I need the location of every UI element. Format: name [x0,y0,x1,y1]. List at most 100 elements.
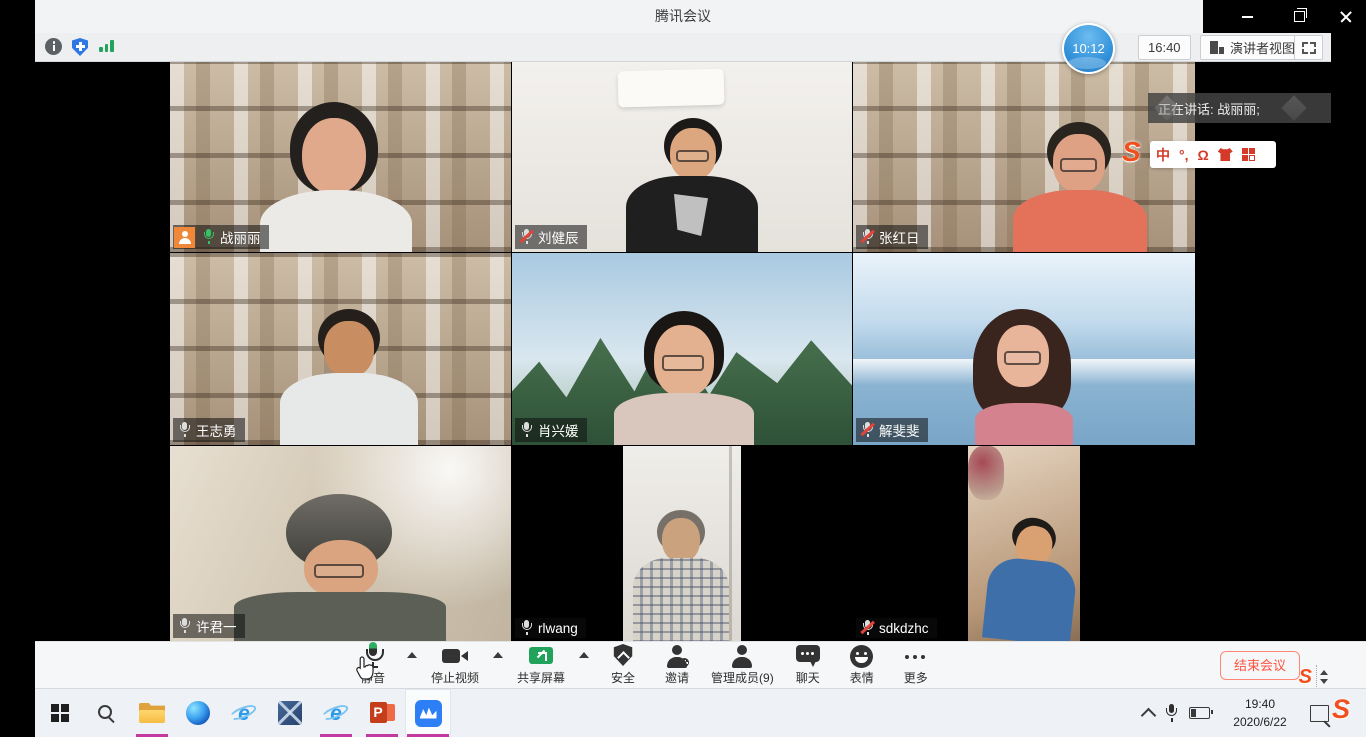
sogou-mini-bar: S [1299,665,1330,689]
video-tile-7[interactable]: 许君一 [170,446,511,641]
ime-mode-chinese[interactable]: 中 [1156,148,1170,162]
tray-time: 19:40 [1245,697,1275,711]
edge-button[interactable] [175,689,221,737]
taskbar-clock[interactable]: 19:40 2020/6/22 [1221,695,1299,731]
tray-date: 2020/6/22 [1233,715,1286,729]
share-screen-icon [529,647,553,664]
tray-microphone-icon[interactable] [1165,704,1178,722]
mic-options-caret[interactable] [407,652,417,658]
ime-skin-icon[interactable] [1218,148,1233,161]
recording-timer-bubble[interactable]: 10:12 [1062,23,1115,74]
action-center-icon[interactable] [1310,705,1329,722]
blue-app-icon [278,701,302,725]
minimize-button[interactable] [1227,0,1267,33]
start-button[interactable] [37,689,83,737]
sogou-mini-icon[interactable]: S [1299,667,1312,687]
edge-icon [186,701,210,725]
video-tile-6[interactable]: 解斐斐 [853,253,1195,445]
participant-nameplate: 肖兴媛 [515,418,587,442]
ime-toolbox-icon[interactable] [1242,148,1255,161]
participant-silhouette [853,253,1195,445]
participant-name: 许君一 [196,616,237,636]
internet-explorer-button-2[interactable] [313,689,359,737]
tencent-meeting-icon [415,700,442,727]
tray-expand-chevron[interactable] [1141,708,1157,724]
video-tile-8[interactable]: rlwang [512,446,852,641]
restore-icon [1294,11,1305,22]
battery-icon[interactable] [1189,707,1210,719]
windows-logo-icon [51,704,69,722]
participant-name: 刘健辰 [538,227,579,247]
video-tile-2[interactable]: 刘健辰 [512,62,852,252]
meeting-toolbar: 静音 停止视频 共享屏幕 安全 邀请 管理成员(9) 聊天 [35,641,1366,689]
sogou-logo-icon[interactable]: S [1122,138,1141,166]
restore-button[interactable] [1279,0,1319,33]
manage-members-button[interactable]: 管理成员(9) [704,642,781,689]
chat-button[interactable]: 聊天 [781,642,835,689]
windows-taskbar: 19:40 2020/6/22 S [35,688,1366,737]
system-tray: 19:40 2020/6/22 [1143,689,1329,737]
participant-nameplate: 王志勇 [173,418,245,442]
participant-silhouette [968,446,1080,641]
title-bar: 腾讯会议 [0,0,1366,33]
participant-nameplate: 许君一 [173,614,245,638]
camera-icon [442,648,468,664]
security-button[interactable]: 安全 [596,642,650,689]
microphone-icon [364,642,382,668]
layout-icon [1210,41,1224,54]
invite-button[interactable]: 邀请 [650,642,704,689]
ime-scroll-arrows[interactable] [1316,665,1330,689]
protection-shield-icon[interactable] [72,38,88,56]
close-button[interactable] [1326,0,1366,33]
video-tile-1[interactable]: 战丽丽 [170,62,511,252]
powerpoint-icon [370,701,395,725]
members-person-icon [730,645,754,668]
participant-silhouette [623,446,741,641]
blue-app-button[interactable] [267,689,313,737]
file-explorer-button[interactable] [129,689,175,737]
video-options-caret[interactable] [493,652,503,658]
smiley-icon [850,645,873,668]
share-screen-button[interactable]: 共享屏幕 [510,642,572,689]
participant-name: rlwang [538,621,578,636]
participant-name: sdkdzhc [879,621,929,636]
invite-person-icon [665,645,689,668]
internet-explorer-button[interactable] [221,689,267,737]
emoji-button[interactable]: 表情 [835,642,889,689]
participant-silhouette [170,253,511,445]
share-options-caret[interactable] [579,652,589,658]
ime-punctuation[interactable]: °, [1179,148,1189,162]
participant-nameplate: rlwang [515,618,586,638]
search-icon [97,704,116,723]
participant-nameplate: 刘健辰 [515,225,587,249]
portrait-video-panel [623,446,741,641]
participant-silhouette [170,62,511,252]
video-tile-9[interactable]: sdkdzhc [853,446,1195,641]
fullscreen-button[interactable] [1294,35,1323,60]
mic-status-icon [178,618,191,634]
speaker-view-button[interactable]: 演讲者视图 [1200,35,1305,60]
participant-nameplate: 战丽丽 [173,225,269,249]
tencent-meeting-button[interactable] [405,689,451,737]
video-tile-4[interactable]: 王志勇 [170,253,511,445]
powerpoint-button[interactable] [359,689,405,737]
search-button[interactable] [83,689,129,737]
video-tile-3[interactable]: 张红日 [853,62,1195,252]
video-tile-5[interactable]: 肖兴媛 [512,253,852,445]
meeting-info-icon[interactable] [45,38,62,55]
meeting-status-bar: 16:40 演讲者视图 [0,33,1366,62]
ime-symbol-omega[interactable]: Ω [1198,148,1209,162]
stop-video-button[interactable]: 停止视频 [424,642,486,689]
network-signal-icon [99,38,115,54]
participant-nameplate: 张红日 [856,225,928,249]
window-title: 腾讯会议 [0,0,1366,33]
sogou-taskbar-icon[interactable]: S [1332,696,1350,723]
end-meeting-button[interactable]: 结束会议 [1220,651,1300,680]
participant-name: 解斐斐 [879,420,920,440]
more-button[interactable]: 更多 [889,642,943,689]
mic-status-icon [861,620,874,636]
mute-button[interactable]: 静音 [346,642,400,689]
participant-silhouette [170,446,511,641]
ie-icon [230,701,258,725]
mic-status-icon [861,229,874,245]
